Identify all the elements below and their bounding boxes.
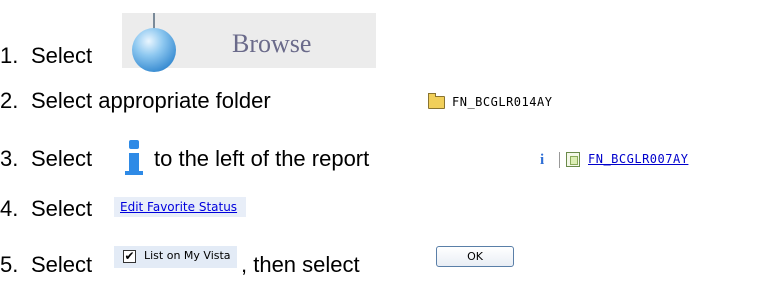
step-text: Select — [31, 196, 93, 221]
ok-button[interactable]: OK — [436, 246, 514, 267]
report-icon — [566, 152, 580, 167]
step-text: Select — [31, 252, 93, 277]
step-number: 3. — [0, 146, 19, 171]
step-number: 2. — [0, 88, 19, 113]
folder-icon — [428, 93, 445, 109]
info-icon[interactable]: i — [540, 152, 544, 169]
step-text: Select appropriate folder — [31, 88, 271, 113]
browse-label: Browse — [232, 29, 312, 58]
list-on-my-vista-checkbox[interactable]: ✔ List on My Vista — [114, 246, 237, 268]
checkbox-checked-icon[interactable]: ✔ — [123, 250, 136, 263]
step-5: 5. Select — [0, 252, 92, 278]
step-text: Select — [31, 43, 93, 68]
step-2: 2. Select appropriate folder — [0, 88, 271, 114]
info-icon[interactable] — [123, 140, 145, 176]
browse-button[interactable]: Browse — [122, 13, 376, 72]
checkbox-label: List on My Vista — [144, 249, 231, 262]
step-text: to the left of the report — [154, 146, 370, 171]
edit-favorite-status-link[interactable]: Edit Favorite Status — [114, 197, 247, 217]
step-3: 3. Select — [0, 146, 92, 172]
globe-stem — [153, 13, 155, 29]
report-link[interactable]: FN_BCGLR007AY — [588, 152, 688, 166]
step-1: 1. Select — [0, 43, 92, 69]
step-number: 5. — [0, 252, 19, 277]
step-text: Select — [31, 146, 93, 171]
globe-icon — [132, 28, 176, 72]
step-3-continued: to the left of the report — [154, 146, 369, 172]
step-number: 1. — [0, 43, 19, 68]
step-5-continued: , then select — [241, 252, 360, 278]
step-4: 4. Select — [0, 196, 92, 222]
step-number: 4. — [0, 196, 19, 221]
step-text: , then select — [241, 252, 360, 277]
divider — [559, 152, 560, 168]
folder-name: FN_BCGLR014AY — [452, 95, 553, 109]
